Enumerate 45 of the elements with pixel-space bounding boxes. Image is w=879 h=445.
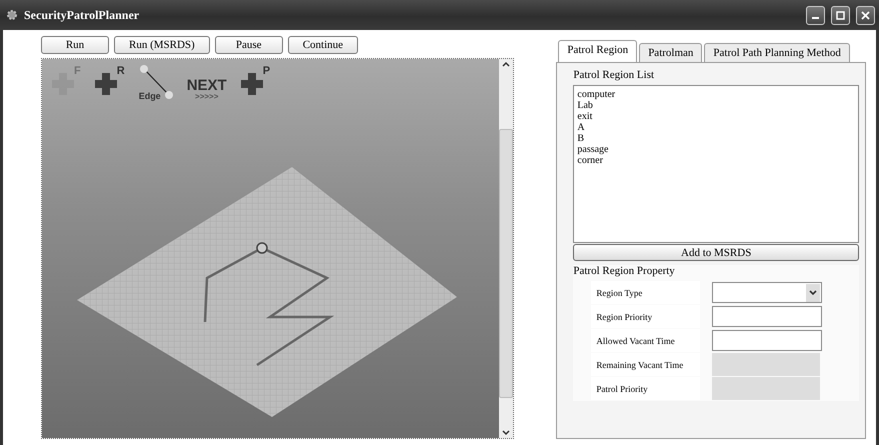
tab[interactable]: Patrol Region [558,40,638,62]
list-item[interactable]: corner [577,155,855,166]
add-tool[interactable]: P [240,65,270,95]
window-title: SecurityPatrolPlanner [24,8,140,22]
minimize-button[interactable] [806,6,825,24]
edge-tool[interactable]: Edge [138,65,173,105]
maximize-button[interactable] [831,6,850,24]
property-label: Patrol Priority [591,377,700,400]
caret-icon [806,284,820,302]
maximize-icon [836,10,845,20]
toolbar-button[interactable]: Run (MSRDS) [114,36,210,54]
property-label: Allowed Vacant Time [591,329,700,352]
edge-icon [138,65,173,99]
toolbar-button[interactable]: Run [41,36,109,54]
add-tool[interactable]: R [94,65,125,95]
vertical-scrollbar[interactable] [499,59,514,438]
section-title: Patrol Region Property [573,265,676,277]
input-field[interactable] [712,306,822,327]
region-list[interactable]: computer Lab exit A B passage corner [573,85,859,243]
toolbar-button[interactable]: Pause [214,36,283,54]
next-tool[interactable]: NEXT >>>>> [186,79,227,101]
scroll-down-icon[interactable] [501,428,512,438]
property-label: Region Type [591,281,700,304]
toolbar-button[interactable]: Continue [288,36,358,54]
dropdown-field[interactable] [712,282,822,303]
plus-icon [240,73,263,95]
minimize-icon [812,17,819,19]
list-item[interactable]: exit [577,111,855,122]
section-title: Patrol Region List [573,69,656,81]
property-label: Remaining Vacant Time [591,353,700,376]
list-item[interactable]: A [577,122,855,133]
property-label: Region Priority [591,305,700,328]
tab[interactable]: Patrol Path Planning Method [704,43,850,62]
tab[interactable]: Patrolman [639,43,702,62]
gear-icon [6,9,18,21]
add-to-msrds-button[interactable]: Add to MSRDS [573,244,859,261]
plus-icon [94,73,117,95]
close-button[interactable] [856,6,875,24]
list-item[interactable]: B [577,133,855,144]
list-item[interactable]: passage [577,144,855,155]
input-field[interactable] [712,330,822,351]
list-item[interactable]: computer [577,89,855,100]
scroll-up-icon[interactable] [501,59,512,69]
list-item[interactable]: Lab [577,100,855,111]
close-icon [861,10,870,20]
